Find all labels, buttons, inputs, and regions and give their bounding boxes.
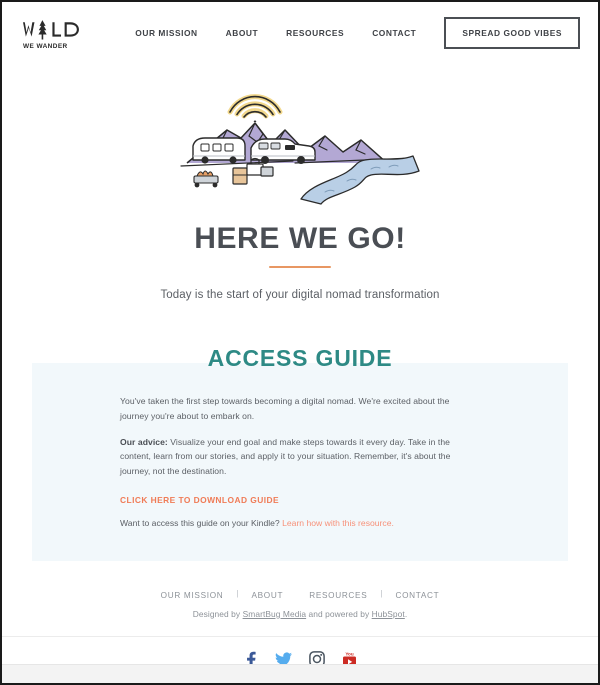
camper-trailer-icon: [192, 137, 246, 164]
credit-suffix: .: [404, 608, 408, 619]
guide-paragraph-intro: You've taken the first step towards beco…: [120, 396, 450, 421]
browser-page: WE WANDER OUR MISSION ABOUT RESOURCES CO…: [0, 0, 600, 685]
mountain-camper-wifi-illustration: [180, 94, 420, 205]
footer-nav: OUR MISSION | ABOUT RESOURCES | CONTACT: [2, 589, 598, 600]
bottom-strip: [2, 664, 598, 683]
nav-item-our-mission[interactable]: OUR MISSION: [121, 28, 211, 38]
nav-item-about[interactable]: ABOUT: [212, 28, 273, 38]
river-shape: [300, 155, 420, 205]
campfire-icon: [193, 170, 219, 188]
wifi-signal-icon: [227, 94, 283, 122]
footer-separator-1: |: [236, 589, 239, 599]
footer-item-resources[interactable]: RESOURCES: [296, 591, 380, 600]
footer-credit: Designed by SmartBug Media and powered b…: [2, 609, 598, 619]
guide-advice-text: Visualize your end goal and make steps t…: [120, 436, 451, 477]
footer-item-contact[interactable]: CONTACT: [382, 591, 452, 600]
download-guide-link[interactable]: CLICK HERE TO DOWNLOAD GUIDE: [120, 495, 279, 505]
nav-item-contact[interactable]: CONTACT: [358, 28, 430, 38]
access-guide-panel: ACCESS GUIDE You've taken the first step…: [32, 345, 568, 561]
footer-separator-2: |: [380, 589, 383, 599]
access-guide-title: ACCESS GUIDE: [207, 345, 393, 371]
truck-icon: [250, 138, 316, 164]
svg-text:You: You: [345, 651, 354, 656]
primary-nav: OUR MISSION ABOUT RESOURCES CONTACT SPRE…: [92, 17, 580, 49]
page-content: WE WANDER OUR MISSION ABOUT RESOURCES CO…: [2, 2, 598, 683]
footer-item-about[interactable]: ABOUT: [238, 591, 296, 600]
hubspot-link[interactable]: HubSpot: [372, 609, 405, 619]
kindle-resource-link[interactable]: Learn how with this resource.: [282, 518, 394, 528]
credit-prefix: Designed by: [192, 608, 243, 619]
hero-section: HERE WE GO! Today is the start of your d…: [2, 64, 598, 301]
guide-paragraph-advice: Our advice: Visualize your end goal and …: [120, 435, 480, 479]
site-header: WE WANDER OUR MISSION ABOUT RESOURCES CO…: [2, 2, 598, 64]
guide-kindle-text: Want to access this guide on your Kindle…: [120, 517, 283, 528]
smartbug-media-link[interactable]: SmartBug Media: [243, 609, 307, 619]
hero-title: HERE WE GO!: [194, 222, 406, 255]
hero-divider: [269, 266, 331, 268]
nav-item-resources[interactable]: RESOURCES: [272, 28, 358, 38]
site-logo[interactable]: WE WANDER: [20, 16, 92, 51]
spread-good-vibes-button[interactable]: SPREAD GOOD VIBES: [444, 17, 580, 49]
hero-subtitle: Today is the start of your digital nomad…: [160, 289, 440, 301]
guide-advice-label: Our advice:: [120, 436, 168, 447]
site-footer: OUR MISSION | ABOUT RESOURCES | CONTACT …: [2, 589, 598, 668]
svg-text:WE WANDER: WE WANDER: [23, 43, 68, 50]
credit-middle: and powered by: [306, 608, 372, 619]
access-guide-section: ACCESS GUIDE You've taken the first step…: [2, 345, 598, 561]
footer-item-our-mission[interactable]: OUR MISSION: [148, 591, 237, 600]
wild-we-wander-logo-icon: WE WANDER: [23, 19, 79, 50]
guide-kindle-line: Want to access this guide on your Kindle…: [120, 516, 480, 531]
